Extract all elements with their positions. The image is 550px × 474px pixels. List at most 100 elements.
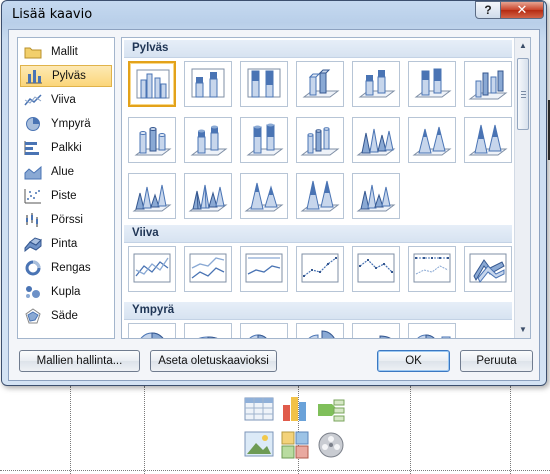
chart-thumb-3d-line[interactable]: [464, 246, 512, 292]
stacked-cone-icon: [412, 126, 452, 156]
category-item-porssi[interactable]: Pörssi: [20, 209, 112, 231]
chart-thumb-bar-of-pie[interactable]: [408, 323, 456, 338]
manage-templates-button[interactable]: Mallien hallinta...: [19, 350, 140, 372]
gallery-scrollbar[interactable]: ▲ ▼: [514, 38, 530, 338]
category-item-ympyra[interactable]: Ympyrä: [20, 113, 112, 135]
placeholder-border: [510, 386, 511, 474]
dialog-title: Lisää kaavio: [12, 7, 93, 22]
help-button[interactable]: ?: [475, 1, 501, 19]
chart-thumb-clustered-column[interactable]: [128, 61, 176, 107]
chart-thumb-3d-100-stacked-column[interactable]: [408, 61, 456, 107]
line-chart-icon: [24, 94, 42, 106]
insert-picture-icon[interactable]: [244, 430, 274, 460]
category-item-mallit[interactable]: Mallit: [20, 41, 112, 63]
percent-stacked-line-markers-icon: [413, 253, 451, 283]
bar-of-pie-icon: [417, 334, 451, 338]
chart-thumb-stacked-column[interactable]: [184, 61, 232, 107]
cancel-button[interactable]: Peruuta: [460, 350, 533, 372]
3d-column-icon: [468, 70, 508, 100]
ok-button[interactable]: OK: [377, 350, 450, 372]
clustered-column-icon: [136, 69, 170, 99]
category-item-alue[interactable]: Alue: [20, 161, 112, 183]
chart-thumb-3d-cone[interactable]: [128, 173, 176, 219]
insert-table-icon[interactable]: [244, 396, 274, 426]
chart-thumb-clustered-pyramid[interactable]: [184, 173, 232, 219]
category-label: Alue: [51, 166, 75, 178]
3d-percent-stacked-column-icon: [414, 68, 452, 98]
title-bar[interactable]: Lisää kaavio ? ✕: [2, 1, 546, 29]
section-header-pylvas: Pylväs: [124, 40, 512, 58]
stacked-cylinder-icon: [190, 125, 228, 156]
chart-thumb-clustered-cone[interactable]: [352, 117, 400, 163]
3d-clustered-column-icon: [302, 69, 340, 98]
category-item-pinta[interactable]: Pinta: [20, 233, 112, 255]
doughnut-chart-icon: [25, 260, 41, 276]
chart-thumb-stacked-pyramid[interactable]: [240, 173, 288, 219]
chart-thumb-3d-pie[interactable]: [184, 323, 232, 338]
chart-thumb-line-with-markers[interactable]: [296, 246, 344, 292]
chart-thumb-pie-of-pie[interactable]: [240, 323, 288, 338]
insert-chart-icon[interactable]: [280, 393, 310, 423]
exploded-pie-icon: [308, 330, 335, 338]
scroll-up-icon[interactable]: ▲: [516, 38, 530, 54]
scrollbar-thumb[interactable]: [517, 58, 529, 130]
radar-chart-icon: [25, 308, 41, 324]
chart-thumb-3d-exploded-pie[interactable]: [352, 323, 400, 338]
chart-thumb-100-stacked-pyramid[interactable]: [296, 173, 344, 219]
close-button[interactable]: ✕: [500, 1, 544, 19]
insert-smartart-icon[interactable]: [316, 396, 346, 426]
chart-thumb-3d-cylinder[interactable]: [296, 117, 344, 163]
chart-thumb-100-stacked-line[interactable]: [240, 246, 288, 292]
category-item-piste[interactable]: Piste: [20, 185, 112, 207]
chart-thumb-stacked-cone[interactable]: [408, 117, 456, 163]
chart-thumb-100-stacked-cone[interactable]: [464, 117, 512, 163]
category-label: Kupla: [51, 286, 81, 298]
chart-thumb-3d-clustered-column[interactable]: [296, 61, 344, 107]
3d-pie-icon: [198, 336, 218, 338]
pie-icon: [140, 332, 164, 338]
category-item-pylvas[interactable]: Pylväs: [20, 65, 112, 87]
3d-line-icon: [469, 253, 507, 283]
category-item-kupla[interactable]: Kupla: [20, 281, 112, 303]
category-item-palkki[interactable]: Palkki: [20, 137, 112, 159]
chart-thumb-line[interactable]: [128, 246, 176, 292]
3d-stacked-column-icon: [358, 70, 396, 98]
category-item-sade[interactable]: Säde: [20, 305, 112, 327]
chart-thumb-stacked-line-with-markers[interactable]: [352, 246, 400, 292]
chart-thumb-100-stacked-column[interactable]: [240, 61, 288, 107]
category-label: Rengas: [51, 262, 91, 274]
placeholder-border: [410, 386, 411, 474]
chart-thumb-3d-column[interactable]: [464, 61, 512, 107]
chart-thumb-stacked-cylinder[interactable]: [184, 117, 232, 163]
chart-thumb-stacked-line[interactable]: [184, 246, 232, 292]
column-chart-icon: [26, 70, 42, 84]
pie-chart-icon: [26, 117, 40, 131]
set-default-chart-button[interactable]: Aseta oletuskaavioksi: [150, 350, 277, 372]
surface-chart-icon: [24, 237, 42, 252]
insert-media-icon[interactable]: [316, 430, 346, 460]
chart-thumb-exploded-pie[interactable]: [296, 323, 344, 338]
stock-chart-icon: [26, 213, 38, 227]
percent-stacked-column-icon: [247, 68, 281, 98]
category-label: Pörssi: [51, 214, 83, 226]
chart-thumb-3d-pyramid[interactable]: [352, 173, 400, 219]
scroll-down-icon[interactable]: ▼: [516, 322, 530, 338]
3d-cone-icon: [132, 184, 172, 212]
pyramid-chart-icon: [188, 184, 228, 212]
chart-thumb-pie[interactable]: [128, 323, 176, 338]
category-label: Pinta: [51, 238, 78, 250]
insert-clip-art-icon[interactable]: [280, 430, 310, 460]
chart-thumb-3d-stacked-column[interactable]: [352, 61, 400, 107]
chart-type-gallery: Pylväs Viiva Ympyrä ▲ ▼: [121, 37, 531, 339]
chart-thumb-clustered-cylinder[interactable]: [128, 117, 176, 163]
category-item-rengas[interactable]: Rengas: [20, 257, 112, 279]
chart-thumb-100-stacked-cylinder[interactable]: [240, 117, 288, 163]
section-header-ympyra: Ympyrä: [124, 302, 512, 320]
section-header-viiva: Viiva: [124, 225, 512, 243]
chart-thumb-100-stacked-line-with-markers[interactable]: [408, 246, 456, 292]
category-item-viiva[interactable]: Viiva: [20, 89, 112, 111]
placeholder-border: [70, 386, 71, 474]
percent-stacked-cylinder-icon: [246, 123, 284, 156]
stacked-pyramid-icon: [244, 182, 284, 212]
stacked-column-icon: [191, 68, 225, 98]
